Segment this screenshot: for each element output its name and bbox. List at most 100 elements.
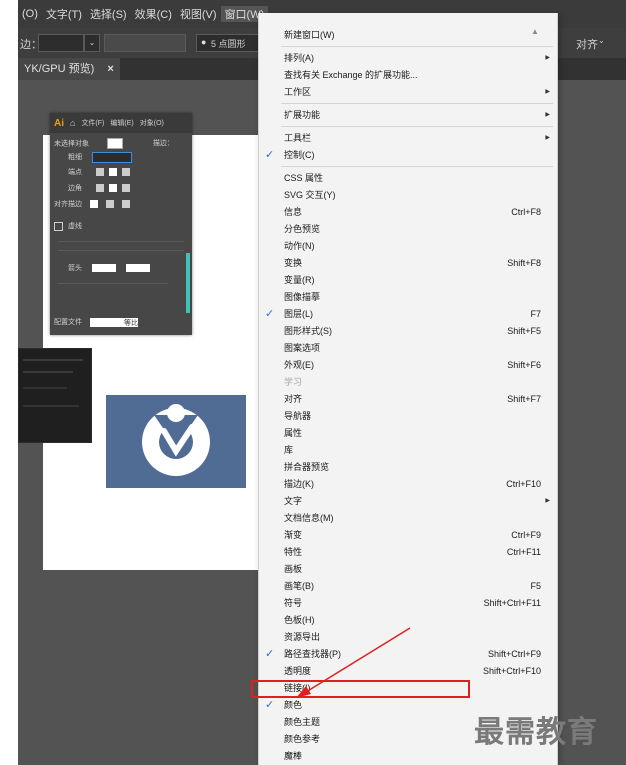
menu-item[interactable]: 描边(K) Ctrl+F10 — [259, 476, 557, 493]
corner-bevel-icon[interactable] — [121, 184, 130, 193]
menu-item[interactable]: 外观(E) Shift+F6 — [259, 357, 557, 374]
menu-item[interactable]: 文档信息(M) — [259, 510, 557, 527]
profile-row: 配置文件 等比 — [54, 317, 138, 328]
logo-icon — [142, 404, 210, 476]
menu-item[interactable]: 渐变 Ctrl+F9 — [259, 527, 557, 544]
menu-effect[interactable]: 效果(C) — [131, 6, 176, 22]
menu-item-label: 工具栏 — [284, 133, 312, 143]
stroke-swatch-icon[interactable] — [106, 138, 123, 149]
menu-item[interactable]: ✓ 控制(C) — [259, 147, 557, 164]
menu-item-label: 符号 — [284, 598, 303, 608]
menu-item[interactable]: CSS 属性 — [259, 170, 557, 187]
menu-object[interactable]: (O) — [18, 8, 42, 20]
dashed-checkbox[interactable] — [54, 221, 63, 231]
corner-round-icon[interactable] — [108, 184, 117, 193]
menu-item-label: 图案选项 — [284, 343, 321, 353]
menu-item-shortcut: Shift+Ctrl+F9 — [487, 649, 541, 659]
menu-item[interactable]: 信息 Ctrl+F8 — [259, 204, 557, 221]
menu-item[interactable]: SVG 交互(Y) — [259, 187, 557, 204]
profile-dropdown[interactable]: 等比 — [89, 317, 138, 327]
menu-item[interactable]: 画板 — [259, 561, 557, 578]
submenu-arrow-icon: ▶ — [545, 135, 550, 141]
stroke-dropdown[interactable]: ⌄ — [84, 34, 100, 52]
menu-item[interactable]: 查找有关 Exchange 的扩展功能... — [259, 67, 557, 84]
menu-item[interactable]: 工作区 ▶ — [259, 84, 557, 101]
menu-item[interactable]: 图像描摹 — [259, 289, 557, 306]
menu-separator — [281, 103, 553, 104]
menu-item-label: 扩展功能 — [284, 110, 321, 120]
menu-item-label: 对齐 — [284, 394, 303, 404]
menu-item-label: 颜色 — [284, 700, 303, 710]
menu-item[interactable]: 工具栏 ▶ — [259, 130, 557, 147]
menu-select[interactable]: 选择(S) — [86, 6, 131, 22]
weight-input[interactable] — [91, 152, 132, 163]
menu-item[interactable]: 符号 Shift+Ctrl+F11 — [259, 595, 557, 612]
panel-row — [23, 405, 79, 407]
menu-item[interactable]: 扩展功能 ▶ — [259, 107, 557, 124]
brush-definition-dropdown[interactable]: ● 5 点圆形 — [196, 34, 262, 52]
menu-item[interactable]: 透明度 Shift+Ctrl+F10 — [259, 663, 557, 680]
document-tab[interactable]: YK/GPU 预览) × — [18, 58, 120, 80]
menu-item[interactable]: 属性 — [259, 425, 557, 442]
menu-item-label: 变量(R) — [284, 275, 315, 285]
menu-item-label: 新建窗口(W) — [284, 30, 335, 40]
menu-item-label: 图像描摹 — [284, 292, 321, 302]
menu-item[interactable]: ✓ 图层(L) F7 — [259, 306, 557, 323]
menu-item[interactable]: 图案选项 — [259, 340, 557, 357]
menu-item[interactable]: 变量(R) — [259, 272, 557, 289]
panel-menu-object[interactable]: 对象(O) — [140, 118, 164, 128]
menu-item-shortcut: F7 — [530, 309, 541, 319]
home-icon[interactable]: ⌂ — [70, 118, 75, 128]
menu-type[interactable]: 文字(T) — [42, 6, 86, 22]
menu-item[interactable]: 画笔(B) F5 — [259, 578, 557, 595]
floating-dark-panel — [18, 348, 92, 443]
menu-item[interactable]: 拼合器预览 — [259, 459, 557, 476]
panel-header: Ai ⌂ 文件(F) 编辑(E) 对象(O) — [50, 113, 192, 133]
menu-item[interactable]: 特性 Ctrl+F11 — [259, 544, 557, 561]
menu-item[interactable]: 资源导出 — [259, 629, 557, 646]
stroke-panel: Ai ⌂ 文件(F) 编辑(E) 对象(O) 未选择对象 描边： 粗细 端点 边… — [50, 113, 192, 335]
menu-item[interactable]: 库 — [259, 442, 557, 459]
panel-menu-edit[interactable]: 编辑(E) — [110, 118, 133, 128]
close-icon[interactable]: × — [107, 63, 113, 75]
menu-item[interactable]: 导航器 — [259, 408, 557, 425]
checkmark-icon: ✓ — [265, 149, 275, 161]
menu-item[interactable]: 色板(H) — [259, 612, 557, 629]
cap-square-icon[interactable] — [121, 168, 130, 177]
menu-item[interactable]: 图形样式(S) Shift+F5 — [259, 323, 557, 340]
no-selection-label: 未选择对象 — [54, 140, 89, 148]
menu-item[interactable]: 排列(A) ▶ — [259, 50, 557, 67]
menu-item-label: 文字 — [284, 496, 303, 506]
menu-view[interactable]: 视图(V) — [176, 6, 221, 22]
menu-item-label: 描边(K) — [284, 479, 314, 489]
cap-butt-icon[interactable] — [95, 168, 104, 177]
submenu-arrow-icon: ▶ — [545, 89, 550, 95]
menu-item-label: 路径查找器(P) — [284, 649, 341, 659]
menu-item[interactable]: 动作(N) — [259, 238, 557, 255]
logo-artwork[interactable] — [106, 395, 246, 488]
start-arrow-dropdown[interactable] — [91, 264, 116, 273]
panel-menu-file[interactable]: 文件(F) — [81, 118, 104, 128]
menu-item[interactable]: 分色预览 — [259, 221, 557, 238]
stroke-weight-stepper[interactable] — [38, 34, 84, 52]
checkmark-icon: ✓ — [265, 308, 275, 320]
panel-accent-bar — [186, 253, 190, 313]
align-inside-icon[interactable] — [105, 200, 114, 209]
arrowheads-row: 箭头 — [54, 263, 150, 274]
menu-item[interactable]: 变换 Shift+F8 — [259, 255, 557, 272]
align-center-icon[interactable] — [89, 200, 98, 209]
menu-item-label: 导航器 — [284, 411, 312, 421]
corner-miter-icon[interactable] — [95, 184, 104, 193]
corner-label: 边角 — [68, 185, 82, 192]
menu-item[interactable]: ✓ 路径查找器(P) Shift+Ctrl+F9 — [259, 646, 557, 663]
align-label[interactable]: 对齐 — [576, 36, 598, 52]
menu-item[interactable]: 文字 ▶ — [259, 493, 557, 510]
end-arrow-dropdown[interactable] — [125, 264, 150, 273]
point-style-label: 5 点圆形 — [211, 39, 246, 49]
align-outside-icon[interactable] — [121, 200, 130, 209]
menu-item[interactable]: 对齐 Shift+F7 — [259, 391, 557, 408]
chevron-down-icon[interactable]: ⌄ — [598, 36, 605, 45]
cap-round-icon[interactable] — [108, 168, 117, 177]
menu-item[interactable]: 新建窗口(W) — [259, 27, 557, 44]
variable-width-field[interactable] — [104, 34, 186, 52]
